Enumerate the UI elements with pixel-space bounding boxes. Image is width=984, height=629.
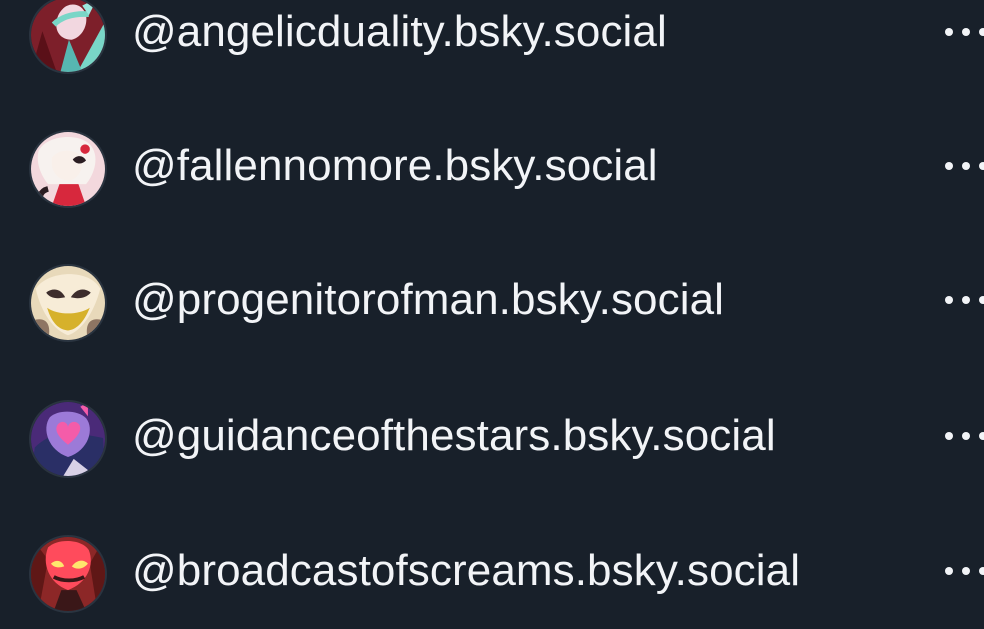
account-row[interactable]: @angelicduality.bsky.social (0, 0, 984, 90)
more-dot (945, 567, 953, 575)
account-handle[interactable]: @guidanceofthestars.bsky.social (132, 410, 776, 462)
account-handle[interactable]: @progenitorofman.bsky.social (132, 274, 724, 326)
account-handle[interactable]: @broadcastofscreams.bsky.social (132, 545, 800, 597)
avatar-icon[interactable] (29, 0, 107, 74)
account-handle[interactable]: @angelicduality.bsky.social (132, 6, 667, 58)
avatar-image (31, 132, 105, 206)
more-dot (962, 567, 970, 575)
avatar-icon[interactable] (29, 130, 107, 208)
account-row[interactable]: @guidanceofthestars.bsky.social (0, 384, 984, 494)
more-dot (979, 567, 984, 575)
avatar-image (31, 537, 105, 611)
more-dot (945, 28, 953, 36)
more-horizontal-icon[interactable] (940, 559, 984, 583)
more-dot (945, 296, 953, 304)
avatar-image (31, 402, 105, 476)
account-row[interactable]: @progenitorofman.bsky.social (0, 248, 984, 358)
more-dot (962, 296, 970, 304)
account-list: @angelicduality.bsky.social @fallennomor… (0, 0, 984, 616)
account-row[interactable]: @fallennomore.bsky.social (0, 114, 984, 224)
more-dot (979, 28, 984, 36)
avatar-icon[interactable] (29, 535, 107, 613)
more-dot (962, 28, 970, 36)
more-horizontal-icon[interactable] (940, 20, 984, 44)
more-dot (979, 296, 984, 304)
more-dot (945, 162, 953, 170)
more-dot (979, 432, 984, 440)
avatar-image (31, 266, 105, 340)
avatar-image (31, 0, 105, 72)
more-dot (979, 162, 984, 170)
avatar-icon[interactable] (29, 264, 107, 342)
account-handle[interactable]: @fallennomore.bsky.social (132, 140, 658, 192)
more-dot (945, 432, 953, 440)
more-dot (962, 162, 970, 170)
more-dot (962, 432, 970, 440)
more-horizontal-icon[interactable] (940, 154, 984, 178)
more-horizontal-icon[interactable] (940, 288, 984, 312)
avatar-icon[interactable] (29, 400, 107, 478)
more-horizontal-icon[interactable] (940, 424, 984, 448)
account-row[interactable]: @broadcastofscreams.bsky.social (0, 519, 984, 629)
